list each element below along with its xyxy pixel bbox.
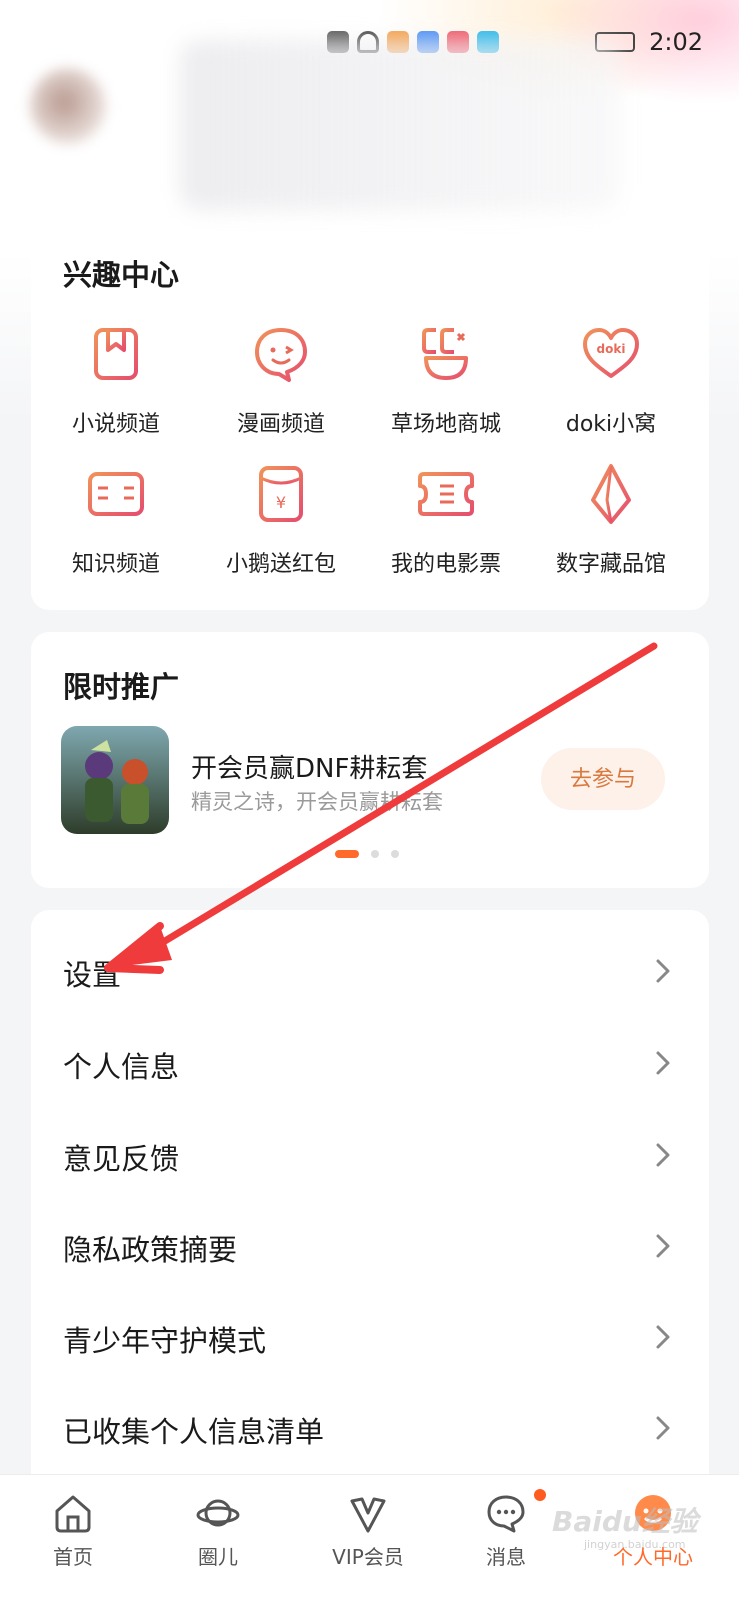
avatar[interactable] — [30, 68, 106, 144]
message-icon — [487, 1495, 525, 1533]
ticket-icon — [418, 472, 474, 516]
menu-item-feedback[interactable]: 意见反馈 — [31, 1110, 709, 1202]
menu-item-label: 已收集个人信息清单 — [63, 1415, 325, 1449]
menu-item-label: 个人信息 — [63, 1050, 180, 1084]
promo-item-title[interactable]: 开会员赢DNF耕耘套 — [191, 748, 427, 785]
chevron-right-icon — [656, 1325, 670, 1349]
grid-item-knowledge[interactable]: 知识频道 — [31, 462, 201, 582]
profile-info-blurred[interactable] — [180, 40, 620, 210]
planet-icon — [196, 1499, 240, 1527]
carousel-dot — [371, 850, 379, 858]
grid-item-label: 草场地商城 — [390, 412, 501, 437]
grid-item-comic[interactable]: 漫画频道 — [196, 322, 366, 442]
promo-card: 限时推广 开会员赢DNF耕耘套 精灵之诗，开会员赢耕耘套 去参与 — [31, 632, 709, 888]
grid-item-label: 我的电影票 — [390, 552, 501, 577]
watermark-subtext: jingyan.baidu.com — [584, 1538, 686, 1551]
chevron-right-icon — [656, 1051, 670, 1075]
home-icon — [55, 1495, 91, 1533]
nav-tab-messages[interactable]: 消息 — [446, 1475, 566, 1600]
chevron-right-icon — [656, 1416, 670, 1440]
menu-item-label: 青少年守护模式 — [63, 1324, 267, 1358]
open-book-icon — [88, 472, 144, 516]
nav-tab-label: 首页 — [53, 1545, 93, 1569]
watermark: Baidu经验 — [552, 1505, 698, 1538]
book-icon — [94, 328, 138, 380]
comic-face-icon — [255, 328, 307, 382]
menu-item-youth-mode[interactable]: 青少年守护模式 — [31, 1292, 709, 1384]
grid-item-doki[interactable]: doki doki小窝 — [526, 322, 696, 442]
svg-text:doki: doki — [597, 342, 626, 356]
menu-item-label: 隐私政策摘要 — [63, 1233, 238, 1267]
chevron-right-icon — [656, 959, 670, 983]
chevron-right-icon — [656, 1143, 670, 1167]
grid-item-label: 数字藏品馆 — [555, 552, 666, 577]
doki-heart-icon: doki — [583, 328, 639, 378]
carousel-dot-active — [335, 850, 359, 858]
interest-center-title: 兴趣中心 — [63, 258, 180, 292]
settings-menu-card: 设置 个人信息 意见反馈 隐私政策摘要 青少年守护模式 已收集个人信息清单 — [31, 910, 709, 1510]
grid-item-label: 漫画频道 — [236, 412, 325, 437]
carousel-dot — [391, 850, 399, 858]
menu-item-label: 意见反馈 — [63, 1142, 180, 1176]
grid-item-label: doki小窝 — [565, 412, 657, 437]
promo-item-subtitle: 精灵之诗，开会员赢耕耘套 — [191, 790, 443, 814]
grid-item-novel[interactable]: 小说频道 — [31, 322, 201, 442]
nav-tab-label: 消息 — [486, 1545, 526, 1569]
grid-item-movie-ticket[interactable]: 我的电影票 — [361, 462, 531, 582]
cc-shop-icon — [422, 328, 468, 380]
grid-item-digital-collection[interactable]: 数字藏品馆 — [526, 462, 696, 582]
grid-item-cc-shop[interactable]: 草场地商城 — [361, 322, 531, 442]
nav-tab-label: 圈儿 — [198, 1545, 238, 1569]
svg-text:¥: ¥ — [276, 493, 286, 512]
menu-item-settings[interactable]: 设置 — [31, 926, 709, 1018]
nav-tab-circle[interactable]: 圈儿 — [158, 1475, 278, 1600]
crystal-icon — [591, 464, 631, 524]
carousel-indicator — [335, 850, 399, 858]
chevron-right-icon — [656, 1234, 670, 1258]
red-envelope-icon: ¥ — [259, 466, 303, 522]
participate-button[interactable]: 去参与 — [541, 748, 665, 810]
grid-item-label: 小鹅送红包 — [225, 552, 336, 577]
notification-badge — [534, 1489, 546, 1501]
status-time: 2:02 — [649, 28, 703, 56]
grid-item-label: 小说频道 — [71, 412, 160, 437]
menu-item-collected-info-list[interactable]: 已收集个人信息清单 — [31, 1383, 709, 1475]
menu-item-personal-info[interactable]: 个人信息 — [31, 1018, 709, 1110]
nav-tab-label: VIP会员 — [332, 1545, 404, 1569]
nav-tab-home[interactable]: 首页 — [13, 1475, 133, 1600]
promo-image[interactable] — [61, 726, 169, 834]
nav-tab-vip[interactable]: VIP会员 — [308, 1475, 428, 1600]
menu-item-privacy-summary[interactable]: 隐私政策摘要 — [31, 1201, 709, 1293]
vip-icon — [350, 1497, 386, 1533]
interest-center-card: 兴趣中心 小说频道 漫画频道 草场地商城 doki doki小窝 知识频道 ¥ … — [31, 238, 709, 610]
promo-section-title: 限时推广 — [63, 670, 180, 704]
grid-item-label: 知识频道 — [71, 552, 160, 577]
menu-item-label: 设置 — [63, 958, 122, 992]
grid-item-red-envelope[interactable]: ¥ 小鹅送红包 — [196, 462, 366, 582]
